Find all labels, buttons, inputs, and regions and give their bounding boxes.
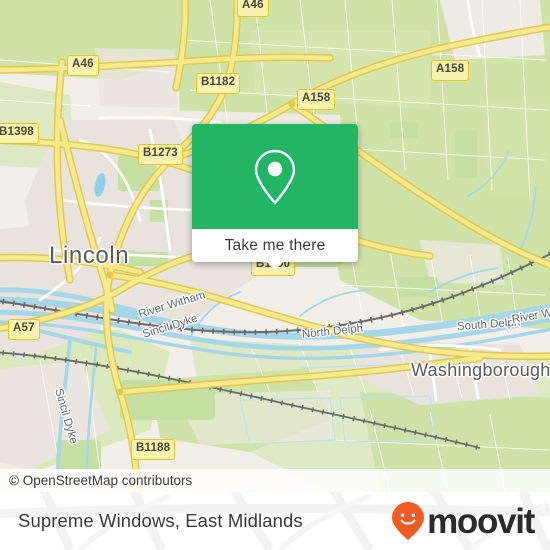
road-shield[interactable]: A46 (237, 0, 269, 17)
footer-bar: Supreme Windows, East Midlands moovit (0, 492, 550, 550)
map-canvas[interactable]: A46 A46 B1182 A158 A158 B1398 B1273 A57 … (0, 0, 550, 492)
moovit-smiley-pin-icon (392, 502, 425, 540)
place-label-washingborough: Washingborough (411, 360, 550, 380)
road-shield[interactable]: A46 (67, 55, 99, 76)
location-popup-card[interactable]: Take me there (192, 124, 358, 270)
road-shield[interactable]: B1273 (138, 144, 183, 165)
road-shield[interactable]: A158 (431, 60, 470, 81)
road-shield[interactable]: B1182 (196, 73, 241, 94)
map-pin-icon (254, 149, 296, 205)
moovit-logo[interactable]: moovit (391, 501, 535, 541)
popup-header (192, 124, 358, 229)
road-shield[interactable]: B1188 (131, 439, 176, 460)
moovit-map-screenshot: A46 A46 B1182 A158 A158 B1398 B1273 A57 … (0, 0, 550, 550)
road-shield[interactable]: A158 (297, 89, 336, 110)
map-attribution[interactable]: © OpenStreetMap contributors (0, 469, 550, 492)
road-shield[interactable]: A57 (8, 319, 40, 340)
popup-footer[interactable]: Take me there (192, 229, 358, 270)
page-title: Supreme Windows, East Midlands (18, 510, 303, 531)
place-label-lincoln: Lincoln (49, 242, 130, 269)
moovit-wordmark: moovit (427, 501, 535, 541)
road-shield[interactable]: B1398 (0, 123, 39, 144)
popup-pointer-tail (266, 261, 284, 270)
take-me-there-label: Take me there (224, 236, 326, 254)
